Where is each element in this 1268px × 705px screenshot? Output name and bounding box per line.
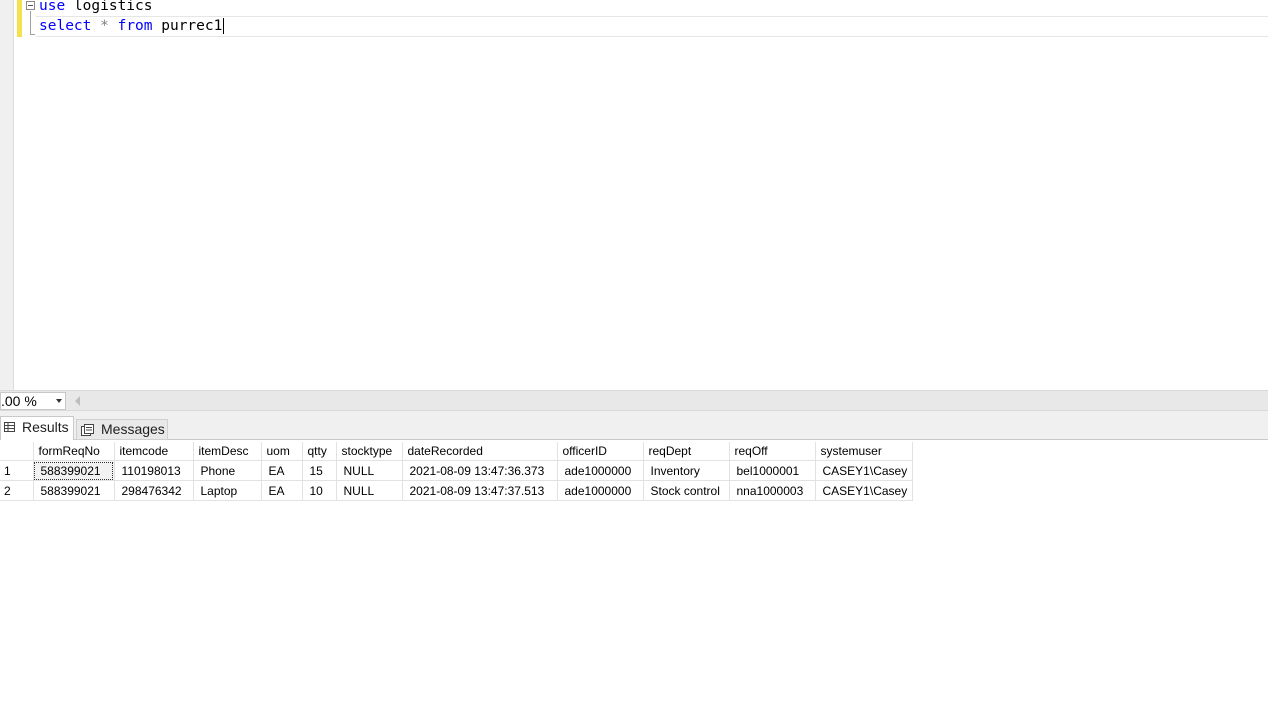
code-line-2[interactable]: select * from purrec1 (39, 17, 225, 36)
column-header[interactable]: officerID (557, 442, 644, 461)
column-header[interactable]: systemuser (815, 442, 913, 461)
query-editor[interactable]: use logistics select * from purrec1 (0, 0, 1268, 390)
sql-identifier: purrec1 (152, 18, 223, 34)
grid-cell[interactable]: Inventory (643, 460, 730, 481)
column-header[interactable]: itemDesc (193, 442, 262, 461)
change-marker (17, 17, 22, 37)
change-marker (17, 0, 22, 17)
grid-cell[interactable]: EA (261, 480, 303, 501)
grid-cell[interactable]: Laptop (193, 480, 262, 501)
grid-cell[interactable]: ade1000000 (557, 460, 644, 481)
chevron-down-icon[interactable] (56, 399, 62, 403)
sql-identifier: logistics (65, 0, 153, 14)
zoom-dropdown[interactable]: .00 % (0, 392, 66, 410)
column-header[interactable]: uom (261, 442, 303, 461)
grid-cell[interactable]: 2021-08-09 13:47:36.373 (402, 460, 558, 481)
row-number[interactable]: 2 (0, 480, 34, 501)
sql-keyword: use (39, 0, 66, 14)
tab-results-label: Results (22, 419, 69, 435)
grid-cell-selected[interactable]: 588399021 (33, 460, 115, 481)
grid-icon (4, 422, 15, 432)
grid-cell[interactable]: nna1000003 (729, 480, 816, 501)
grid-cell[interactable]: 110198013 (114, 460, 194, 481)
grid-cell[interactable]: 15 (302, 460, 337, 481)
tab-messages[interactable]: Messages (76, 419, 168, 440)
grid-header-row: formReqNo itemcode itemDesc uom qtty sto… (0, 442, 913, 461)
grid-cell[interactable]: Stock control (643, 480, 730, 501)
grid-cell[interactable]: bel1000001 (729, 460, 816, 481)
scroll-left-icon[interactable] (75, 396, 80, 406)
grid-cell[interactable]: 2021-08-09 13:47:37.513 (402, 480, 558, 501)
editor-gutter (0, 0, 14, 390)
tab-messages-label: Messages (101, 421, 165, 437)
grid-cell[interactable]: ade1000000 (557, 480, 644, 501)
grid-cell[interactable]: 588399021 (33, 480, 115, 501)
editor-status-bar: .00 % (0, 390, 1268, 411)
grid-cell[interactable]: CASEY1\Casey (815, 460, 913, 481)
sql-keyword: select (39, 18, 92, 34)
code-line-1[interactable]: use logistics (39, 0, 153, 16)
column-header[interactable]: stocktype (336, 442, 403, 461)
messages-icon (81, 424, 94, 436)
column-header[interactable]: reqDept (643, 442, 730, 461)
grid-cell[interactable]: EA (261, 460, 303, 481)
fold-guide-line (30, 11, 31, 35)
table-row[interactable]: 2 588399021 298476342 Laptop EA 10 NULL … (0, 480, 913, 501)
text-caret (223, 18, 225, 34)
zoom-value: .00 % (1, 393, 37, 409)
tab-results[interactable]: Results (0, 416, 74, 440)
column-header[interactable]: formReqNo (33, 442, 115, 461)
column-header[interactable]: qtty (302, 442, 337, 461)
sql-keyword: from (117, 18, 153, 34)
grid-cell[interactable]: Phone (193, 460, 262, 481)
results-tab-strip: Results Messages (0, 411, 1268, 440)
table-row[interactable]: 1 588399021 110198013 Phone EA 15 NULL 2… (0, 460, 913, 481)
grid-cell[interactable]: 10 (302, 480, 337, 501)
column-header[interactable] (0, 442, 34, 461)
grid-cell[interactable]: 298476342 (114, 480, 194, 501)
grid-cell[interactable]: NULL (336, 460, 403, 481)
column-header[interactable]: dateRecorded (402, 442, 558, 461)
results-grid[interactable]: formReqNo itemcode itemDesc uom qtty sto… (0, 442, 913, 501)
fold-guide-end (30, 34, 35, 35)
grid-cell[interactable]: NULL (336, 480, 403, 501)
grid-cell[interactable]: CASEY1\Casey (815, 480, 913, 501)
sql-operator: * (91, 18, 118, 34)
column-header[interactable]: itemcode (114, 442, 194, 461)
column-header[interactable]: reqOff (729, 442, 816, 461)
row-number[interactable]: 1 (0, 460, 34, 481)
collapse-minus-icon[interactable] (26, 1, 35, 10)
